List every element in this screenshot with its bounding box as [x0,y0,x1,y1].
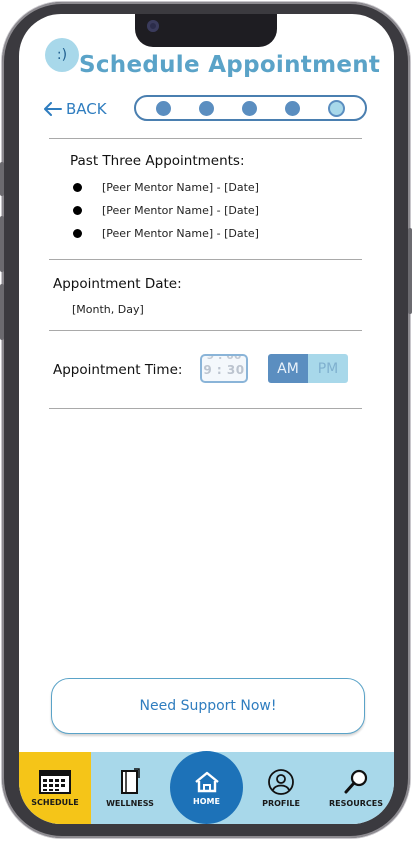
am-button[interactable]: AM [268,354,308,383]
phone-side-button [408,228,412,314]
nav-label: HOME [193,796,220,806]
progress-step-dot [285,100,300,116]
camera-notch [135,14,277,47]
progress-step-dot [242,100,257,116]
nav-item-wellness[interactable]: WELLNESS [99,752,161,824]
phone-side-button [0,162,4,196]
nav-item-home[interactable]: HOME [170,751,243,824]
bullet-icon [73,206,82,215]
divider [49,330,362,331]
bullet-icon [73,183,82,192]
nav-item-profile[interactable]: PROFILE [253,752,309,824]
page-title: Schedule Appointment [79,52,381,78]
calendar-icon [39,770,71,794]
bottom-navigation-bar: SCHEDULE WELLNESS HOME PROFILE RESOURCES [19,751,394,824]
past-appointment-text: [Peer Mentor Name] - [Date] [102,181,259,194]
back-label: BACK [66,100,107,118]
appointment-date-label: Appointment Date: [53,276,182,292]
past-appointment-text: [Peer Mentor Name] - [Date] [102,204,259,217]
app-screen: :) Schedule Appointment BACK Past Three … [19,14,394,824]
camera-icon [147,20,159,32]
appointment-date-value[interactable]: [Month, Day] [72,303,144,316]
time-picker-previous-value: 9 : 00 [206,354,242,362]
progress-step-dot [199,100,214,116]
back-arrow-icon [44,102,62,116]
pm-button[interactable]: PM [308,354,348,383]
nav-label: PROFILE [262,799,300,808]
app-logo: :) [45,38,79,72]
magnifier-icon [344,769,368,794]
phone-side-button [0,216,4,272]
back-button[interactable]: BACK [44,100,107,118]
time-picker[interactable]: 9 : 00 9 : 30 [200,354,248,383]
past-appointments-heading: Past Three Appointments: [70,153,245,169]
divider [49,408,362,409]
need-support-button[interactable]: Need Support Now! [51,678,365,734]
list-item: [Peer Mentor Name] - [Date] [73,204,259,217]
home-icon [194,771,219,792]
nav-item-resources[interactable]: RESOURCES [324,752,388,824]
profile-icon [268,769,294,795]
phone-side-button [0,284,4,340]
am-pm-toggle[interactable]: AM PM [268,354,348,383]
bullet-icon [73,229,82,238]
progress-step-dot [156,100,171,116]
nav-label: WELLNESS [106,799,154,808]
past-appointment-text: [Peer Mentor Name] - [Date] [102,227,259,240]
step-progress-indicator [134,95,367,121]
time-picker-value: 9 : 30 [203,363,245,377]
divider [49,138,362,139]
notebook-icon [121,768,140,794]
appointment-time-label: Appointment Time: [53,362,183,378]
progress-step-dot-current [328,99,345,117]
divider [49,259,362,260]
nav-label: SCHEDULE [31,798,79,807]
nav-label: RESOURCES [329,799,383,808]
list-item: [Peer Mentor Name] - [Date] [73,227,259,240]
nav-item-schedule[interactable]: SCHEDULE [19,752,91,824]
list-item: [Peer Mentor Name] - [Date] [73,181,259,194]
